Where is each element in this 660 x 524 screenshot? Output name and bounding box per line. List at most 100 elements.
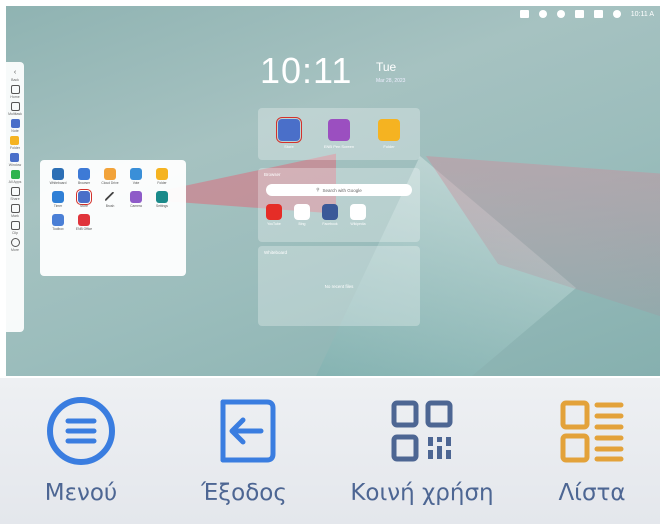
sidebar-item-label: Clip: [11, 231, 19, 235]
app-label: Folder: [383, 144, 395, 149]
display-screen: 10:11 A 10:11 Tue Mar 28, 2023 ‹ Back Ho…: [6, 6, 660, 376]
app-toolbox[interactable]: Toolbox: [46, 214, 70, 231]
app-label: ENB Office: [75, 227, 93, 231]
sidebar-item-note[interactable]: Note: [10, 119, 20, 133]
favorite-bing[interactable]: Bing: [294, 204, 310, 226]
pen-icon: [10, 204, 20, 213]
app-label: Timer: [53, 204, 63, 208]
settings-icon: [156, 191, 168, 203]
app-label: Cloud Drive: [101, 181, 119, 185]
app-label: Store: [284, 144, 294, 149]
app-browser[interactable]: Browser: [72, 168, 96, 185]
page: 10:11 A 10:11 Tue Mar 28, 2023 ‹ Back Ho…: [0, 0, 660, 524]
search-icon: ⚲: [316, 187, 320, 192]
sidebar-item-label: Home: [10, 95, 20, 99]
youtube-icon: [266, 204, 282, 220]
sidebar-item-label: Window: [8, 163, 22, 167]
search-input[interactable]: ⚲ Search with Google: [266, 184, 412, 196]
list-button[interactable]: Λίστα: [542, 396, 642, 506]
favorite-label: Facebook: [322, 222, 338, 226]
crop-icon: [10, 221, 20, 230]
widget-title: Browser: [264, 172, 281, 177]
app-label: Store: [80, 204, 88, 208]
camera-icon: [130, 191, 142, 203]
sidebar-item-multitask[interactable]: Multitask: [8, 102, 22, 116]
display-icon[interactable]: [574, 10, 584, 18]
app-settings[interactable]: Settings: [150, 191, 174, 208]
wifi-icon[interactable]: [612, 10, 621, 18]
clock-day: Tue: [376, 60, 397, 74]
pen-screen-icon: [327, 119, 350, 141]
multitask-icon: [10, 102, 20, 111]
app-cloud-drive[interactable]: Cloud Drive: [98, 168, 122, 185]
whiteboard-widget: Whiteboard No recent files: [258, 246, 420, 326]
app-timer[interactable]: Timer: [46, 191, 70, 208]
facebook-icon: [322, 204, 338, 220]
clock-time: 10:11: [260, 50, 353, 91]
app-enb-office[interactable]: ENB Office: [72, 214, 96, 231]
exit-button[interactable]: Έξοδος: [184, 396, 304, 506]
app-drawer: Whiteboard Browser Cloud Drive Vote Fold…: [40, 160, 186, 276]
sidebar-item-home[interactable]: Home: [10, 85, 20, 99]
screen-icon[interactable]: [519, 10, 529, 18]
home-icon: [10, 85, 20, 94]
app-camera[interactable]: Camera: [124, 191, 148, 208]
app-folder[interactable]: Folder: [150, 168, 174, 185]
folder-icon: [10, 136, 20, 145]
favorite-youtube[interactable]: YouTube: [266, 204, 282, 226]
favorite-label: Wikipedia: [350, 222, 366, 226]
sidebar-item-more[interactable]: More: [10, 238, 20, 252]
browser-widget: Browser ⚲ Search with Google YouTube Bin…: [258, 168, 420, 242]
pinned-app-pen-screen[interactable]: ENB Pen Screen: [324, 119, 354, 149]
network-icon[interactable]: [593, 10, 603, 18]
sidebar-item-label: Share: [10, 197, 20, 201]
app-whiteboard[interactable]: Whiteboard: [46, 168, 70, 185]
search-placeholder: Search with Google: [322, 187, 362, 193]
favorite-label: Bing: [298, 222, 306, 226]
share-label: Κοινή χρήση: [350, 480, 494, 506]
volume-icon[interactable]: [556, 10, 565, 18]
empty-state-text: No recent files: [324, 284, 354, 289]
sidebar: ‹ Back Home Multitask Note Folder Window…: [6, 62, 24, 332]
clock-date: Mar 28, 2023: [376, 78, 406, 84]
sidebar-item-back[interactable]: ‹ Back: [11, 68, 20, 82]
whiteboard-icon: [52, 168, 64, 180]
widget-title: Whiteboard: [264, 250, 288, 255]
pinned-app-folder[interactable]: Folder: [378, 119, 401, 149]
sidebar-item-mark[interactable]: Mark: [10, 204, 20, 218]
apps-grid-icon: [10, 170, 20, 179]
sidebar-item-clip[interactable]: Clip: [10, 221, 20, 235]
app-brush[interactable]: Brush: [98, 191, 122, 208]
status-bar: 10:11 A: [519, 10, 654, 18]
menu-label: Μενού: [44, 480, 118, 506]
sidebar-item-label: More: [11, 248, 19, 252]
bottom-toolbar: Μενού Έξοδος Κοινή χρήση Λίστα: [0, 378, 660, 524]
sidebar-item-label: All Apps: [8, 180, 22, 184]
sidebar-item-label: Note: [11, 129, 19, 133]
favorite-wikipedia[interactable]: Wikipedia: [350, 204, 366, 226]
pinned-app-store[interactable]: Store: [275, 117, 302, 149]
sidebar-item-folder[interactable]: Folder: [10, 136, 20, 150]
chevron-left-icon: ‹: [13, 69, 17, 76]
store-icon: [76, 189, 92, 205]
favorites-row: YouTube Bing Facebook Wikipedia: [266, 204, 366, 226]
sidebar-item-window[interactable]: Window: [9, 153, 21, 167]
app-label: ENB Pen Screen: [323, 144, 355, 149]
note-icon: [10, 119, 20, 128]
window-icon: [10, 153, 20, 162]
wikipedia-icon: [350, 204, 366, 220]
app-store[interactable]: Store: [72, 189, 96, 208]
share-button[interactable]: Κοινή χρήση: [334, 396, 510, 506]
app-label: Camera: [130, 204, 142, 208]
hamburger-circle-icon: [47, 397, 115, 465]
list-icon: [560, 400, 624, 463]
exit-arrow-icon: [220, 399, 276, 463]
menu-button[interactable]: Μενού: [26, 396, 136, 506]
favorite-facebook[interactable]: Facebook: [322, 204, 338, 226]
sidebar-item-all-apps[interactable]: All Apps: [8, 170, 22, 184]
app-vote[interactable]: Vote: [124, 168, 148, 185]
brightness-icon[interactable]: [538, 10, 547, 18]
sidebar-item-share[interactable]: Share: [10, 187, 20, 201]
bing-icon: [294, 204, 310, 220]
folder-icon: [378, 119, 401, 141]
